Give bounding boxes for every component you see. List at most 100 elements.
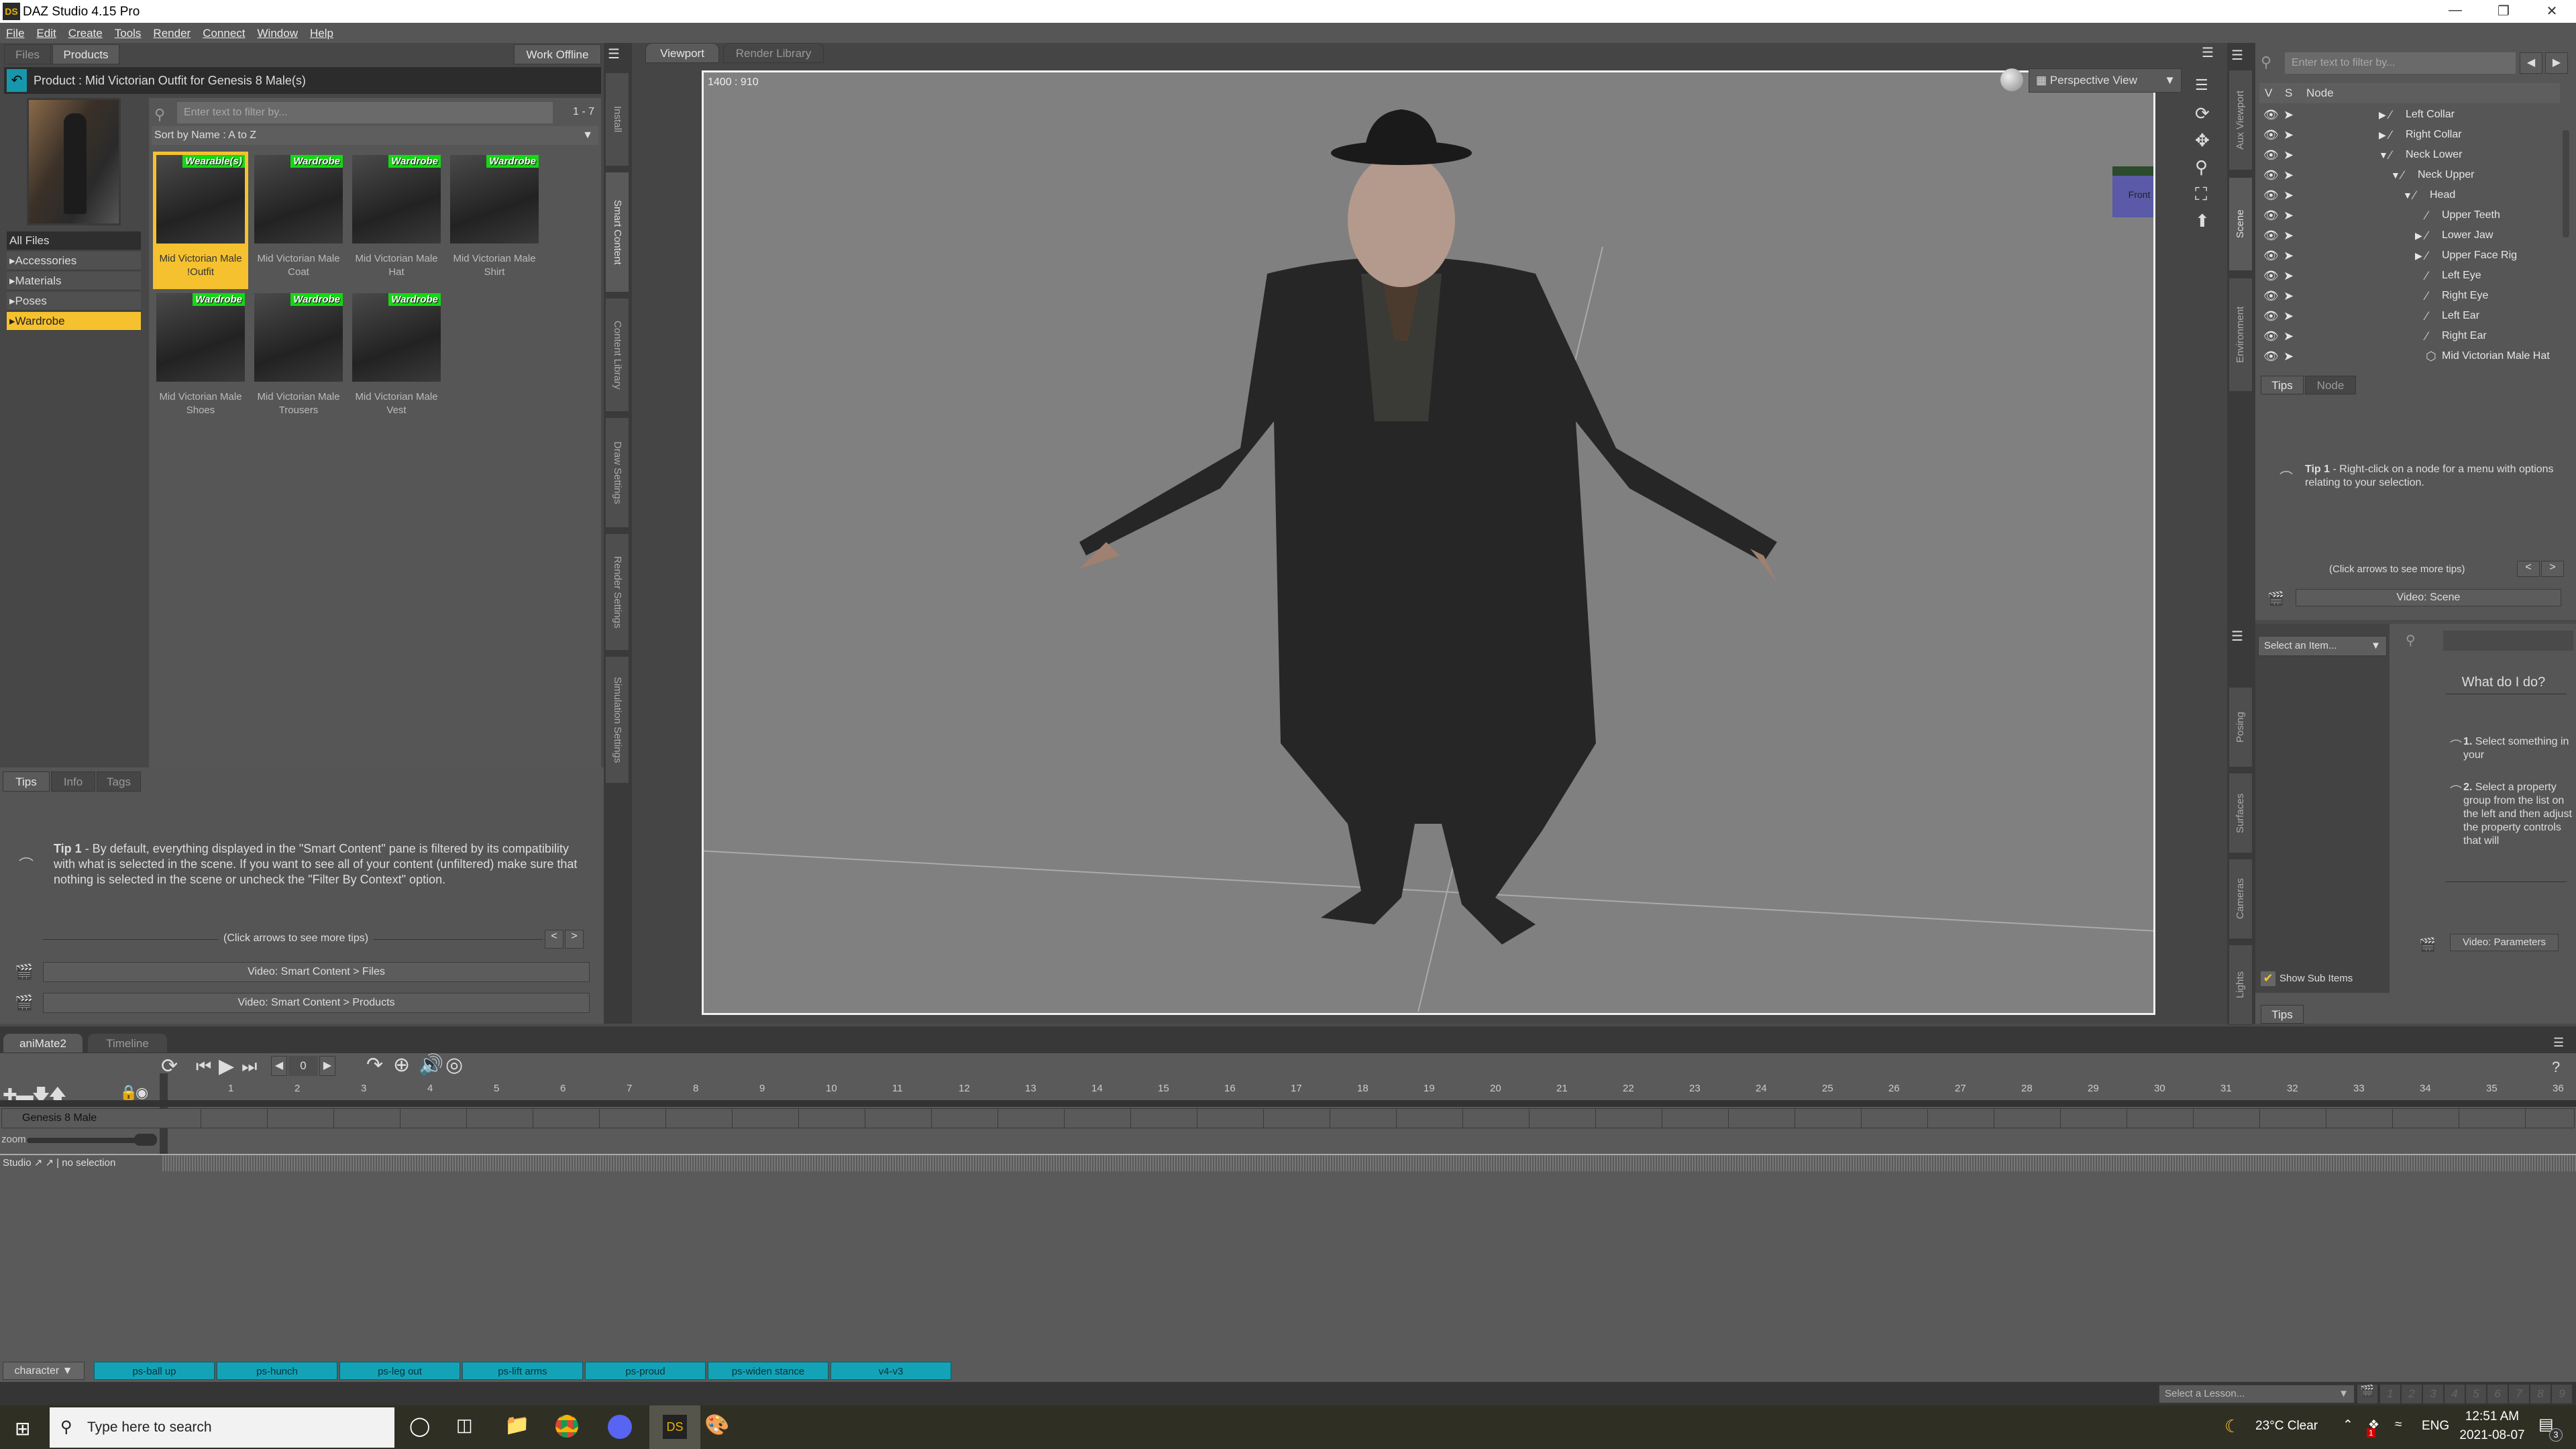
category-accessories[interactable]: ▸Accessories (7, 252, 141, 270)
pane-menu-icon[interactable]: ☰ (2202, 44, 2214, 61)
product-item[interactable]: Wardrobe Mid Victorian Male Shirt (447, 152, 542, 289)
weather-text[interactable]: 23°C Clear (2255, 1419, 2318, 1434)
sort-dropdown[interactable]: Sort by Name : A to Z ▼ (152, 126, 598, 145)
menu-connect[interactable]: Connect (197, 23, 251, 44)
pose-preset-button[interactable]: ps-ball up (94, 1362, 215, 1380)
vtab-aux-viewport[interactable]: Aux Viewport (2229, 70, 2253, 170)
selectable-cursor-icon[interactable]: ➤ (2284, 205, 2294, 225)
restore-button[interactable]: ❐ (2490, 3, 2517, 20)
pose-preset-button[interactable]: ps-hunch (217, 1362, 337, 1380)
selectable-cursor-icon[interactable]: ➤ (2284, 105, 2294, 125)
orbit-icon[interactable]: ⟳ (2195, 103, 2210, 124)
vtab-surfaces[interactable]: Surfaces (2229, 773, 2253, 853)
next-tip-button[interactable]: > (565, 930, 584, 949)
viewport-canvas[interactable]: 1400 : 910 Front (702, 70, 2155, 1015)
eye-icon[interactable]: 👁 (2263, 286, 2279, 306)
video-files-button[interactable]: Video: Smart Content > Files (43, 962, 590, 982)
frame-prev-button[interactable]: ◀ (271, 1056, 287, 1076)
tab-products[interactable]: Products (52, 44, 119, 64)
file-explorer-icon[interactable]: 📁 (504, 1413, 529, 1437)
language-indicator[interactable]: ENG (2422, 1419, 2449, 1434)
pan-icon[interactable]: ✥ (2195, 130, 2210, 151)
scrollbar[interactable] (2563, 130, 2569, 237)
menu-window[interactable]: Window (252, 23, 304, 44)
eye-icon[interactable]: 👁 (2263, 105, 2279, 125)
scene-node-row[interactable]: 👁 ➤ ▼ ∕ Neck Lower (2259, 145, 2568, 165)
product-item[interactable]: Wearable(s) Mid Victorian Male !Outfit (153, 152, 248, 289)
skip-end-icon[interactable]: ⏭ (241, 1056, 257, 1077)
vtab-environment[interactable]: Environment (2229, 278, 2253, 392)
target-icon[interactable]: ◎ (445, 1053, 463, 1077)
filter-input[interactable]: Enter text to filter by... (177, 102, 553, 123)
vtab-scene[interactable]: Scene (2229, 177, 2253, 271)
vtab-lights[interactable]: Lights (2229, 945, 2253, 1025)
lesson-step-button[interactable]: 2 (2402, 1385, 2422, 1403)
col-node[interactable]: Node (2306, 83, 2334, 103)
search-icon[interactable]: ⚲ (2261, 54, 2271, 71)
clock[interactable]: 12:51 AM 2021-08-07 (2455, 1409, 2529, 1443)
discord-icon[interactable] (608, 1415, 632, 1439)
zoom-slider-handle[interactable] (134, 1134, 157, 1146)
task-view-icon[interactable]: ◫ (456, 1415, 473, 1436)
collapsed-arrow-icon[interactable]: ▶ (2379, 125, 2386, 145)
lesson-step-button[interactable]: 3 (2423, 1385, 2443, 1403)
vtab-content-library[interactable]: Content Library (605, 298, 629, 412)
tab-info[interactable]: Info (51, 771, 95, 792)
col-selectable[interactable]: S (2285, 83, 2292, 103)
product-item[interactable]: Wardrobe Mid Victorian Male Hat (349, 152, 444, 289)
pane-menu-icon[interactable]: ☰ (2231, 628, 2243, 645)
cortana-icon[interactable]: ◯ (409, 1415, 430, 1437)
eye-icon[interactable]: 👁 (2263, 125, 2279, 145)
search-icon[interactable]: ⚲ (154, 106, 165, 123)
vtab-render-settings[interactable]: Render Settings (605, 533, 629, 651)
add-block-icon[interactable]: ⊕ (393, 1053, 410, 1077)
arrow-right-icon[interactable]: ▶ (2545, 52, 2568, 74)
reset-view-icon[interactable]: ⬆ (2195, 211, 2210, 231)
product-item[interactable]: Wardrobe Mid Victorian Male Trousers (251, 290, 346, 427)
scene-node-row[interactable]: 👁 ➤ ▼ ∕ Neck Upper (2259, 165, 2568, 185)
taskbar-search-input[interactable]: ⚲ Type here to search (50, 1407, 394, 1448)
next-tip-button[interactable]: > (2541, 561, 2564, 577)
pose-preset-button[interactable]: ps-lift arms (462, 1362, 583, 1380)
category-dropdown[interactable]: character ▼ (3, 1362, 85, 1380)
video-clapper-icon[interactable]: 🎬 (2357, 1385, 2377, 1403)
back-arrow-icon[interactable]: ↶ (7, 69, 27, 92)
eye-icon[interactable]: 👁 (2263, 326, 2279, 346)
product-item[interactable]: Wardrobe Mid Victorian Male Vest (349, 290, 444, 427)
vtab-posing[interactable]: Posing (2229, 687, 2253, 767)
expanded-arrow-icon[interactable]: ▼ (2391, 165, 2400, 185)
vtab-smart-content[interactable]: Smart Content (605, 172, 629, 292)
menu-render[interactable]: Render (147, 23, 197, 44)
scene-node-row[interactable]: 👁 ➤ ∕ Upper Teeth (2259, 205, 2568, 225)
arrow-left-icon[interactable]: ◀ (2520, 52, 2542, 74)
lesson-step-button[interactable]: 9 (2552, 1385, 2572, 1403)
add-audio-icon[interactable]: 🔊 (419, 1053, 443, 1077)
parameters-filter-input[interactable] (2443, 631, 2573, 651)
track-row[interactable]: Genesis 8 Male (1, 1108, 2575, 1128)
windows-start-icon[interactable]: ⊞ (15, 1417, 30, 1440)
scene-node-row[interactable]: 👁 ➤ ▶ ∕ Lower Jaw (2259, 225, 2568, 246)
scene-node-row[interactable]: 👁 ➤ ∕ Left Eye (2259, 266, 2568, 286)
zoom-icon[interactable]: ⚲ (2195, 157, 2208, 178)
draw-style-icon[interactable] (2000, 68, 2023, 91)
pose-preset-button[interactable]: ps-widen stance (708, 1362, 828, 1380)
frame-icon[interactable]: ⛶ (2195, 184, 2207, 205)
tab-viewport[interactable]: Viewport (645, 43, 719, 63)
scene-node-row[interactable]: 👁 ➤ ▶ ∕ Upper Face Rig (2259, 246, 2568, 266)
category-wardrobe[interactable]: ▸Wardrobe (7, 312, 141, 331)
tab-tags[interactable]: Tags (97, 771, 141, 792)
tray-chevron-icon[interactable]: ⌃ (2343, 1417, 2353, 1433)
minimize-button[interactable]: — (2442, 3, 2469, 20)
eye-icon[interactable]: 👁 (2263, 346, 2279, 366)
selectable-cursor-icon[interactable]: ➤ (2284, 185, 2294, 205)
pane-menu-icon[interactable]: ☰ (2231, 47, 2243, 64)
tab-tips[interactable]: Tips (2261, 376, 2304, 394)
scene-node-row[interactable]: 👁 ➤ ∕ Left Ear (2259, 306, 2568, 326)
col-visible[interactable]: V (2265, 83, 2272, 103)
selectable-cursor-icon[interactable]: ➤ (2284, 266, 2294, 286)
category-materials[interactable]: ▸Materials (7, 272, 141, 290)
pane-menu-icon[interactable]: ☰ (2553, 1036, 2564, 1050)
show-sub-items-checkbox[interactable]: ✔ (2261, 971, 2275, 986)
scene-node-row[interactable]: 👁 ➤ ▶ ∕ Left Collar (2259, 105, 2568, 125)
lesson-step-button[interactable]: 5 (2466, 1385, 2486, 1403)
